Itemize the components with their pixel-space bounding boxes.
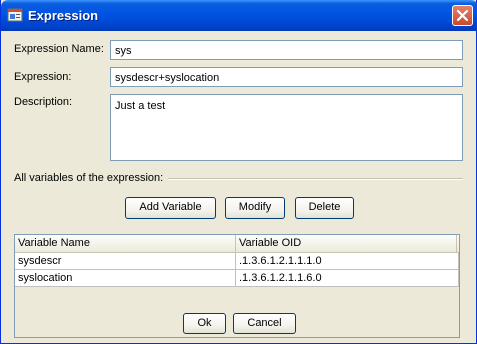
table-cell-variable-name: sysdescr — [15, 253, 236, 269]
expression-name-label: Expression Name: — [14, 43, 104, 55]
expression-dialog: Expression Expression Name: sys Expressi… — [0, 0, 477, 344]
column-header-variable-oid[interactable]: Variable OID — [236, 235, 457, 252]
modify-button[interactable]: Modify — [225, 197, 285, 219]
section-divider — [168, 178, 463, 180]
column-header-variable-name[interactable]: Variable Name — [15, 235, 236, 252]
variables-section-label: All variables of the expression: — [14, 172, 164, 184]
description-label: Description: — [14, 96, 73, 108]
title-bar[interactable]: Expression — [1, 0, 477, 31]
description-textarea[interactable]: Just a test — [110, 94, 463, 161]
table-cell-variable-oid: .1.3.6.1.2.1.1.6.0 — [236, 270, 459, 286]
expression-input[interactable]: sysdescr+syslocation — [110, 67, 463, 87]
close-button[interactable] — [452, 5, 473, 26]
table-row[interactable]: syslocation .1.3.6.1.2.1.1.6.0 — [15, 270, 459, 287]
table-row[interactable]: sysdescr .1.3.6.1.2.1.1.1.0 — [15, 253, 459, 270]
delete-button[interactable]: Delete — [295, 197, 354, 219]
table-cell-variable-name: syslocation — [15, 270, 236, 286]
expression-name-input[interactable]: sys — [110, 40, 463, 60]
window-title: Expression — [28, 8, 99, 23]
ok-button[interactable]: Ok — [183, 313, 226, 334]
expression-label: Expression: — [14, 71, 72, 83]
expression-window-icon — [7, 8, 23, 22]
dialog-content: Expression Name: sys Expression: sysdesc… — [4, 31, 473, 340]
table-header: Variable Name Variable OID — [15, 235, 459, 253]
table-cell-variable-oid: .1.3.6.1.2.1.1.1.0 — [236, 253, 459, 269]
add-variable-button[interactable]: Add Variable — [125, 197, 216, 219]
cancel-button[interactable]: Cancel — [233, 313, 296, 334]
close-icon — [456, 9, 469, 22]
